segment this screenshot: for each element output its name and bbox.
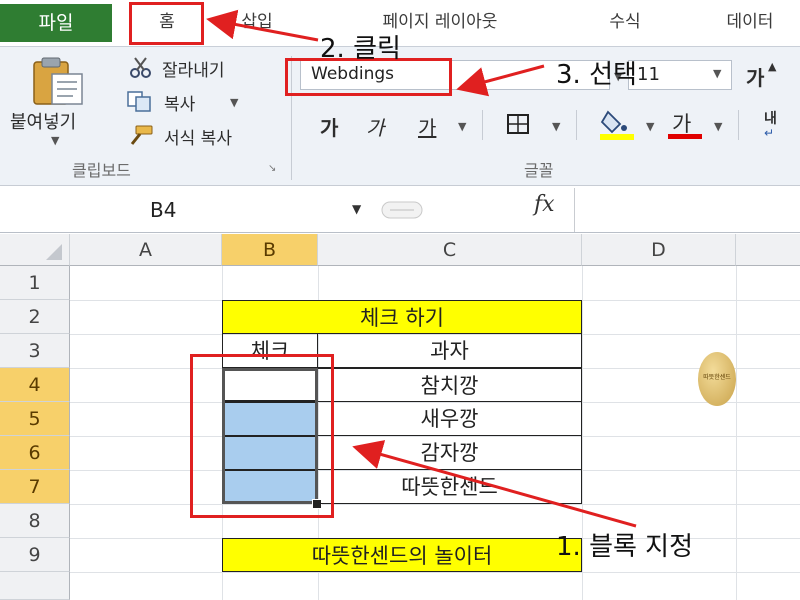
annotation-arrows xyxy=(206,9,637,528)
annotation-step-2-label: 2. 클릭 xyxy=(320,34,401,64)
arrow-to-home-tab xyxy=(206,9,319,42)
annotation-step-1-label: 1. 블록 지정 xyxy=(556,532,694,562)
arrow-to-font-name xyxy=(456,64,545,97)
arrow-to-selection xyxy=(352,440,637,528)
annotation-step-3-label: 3. 선택 xyxy=(556,60,637,90)
